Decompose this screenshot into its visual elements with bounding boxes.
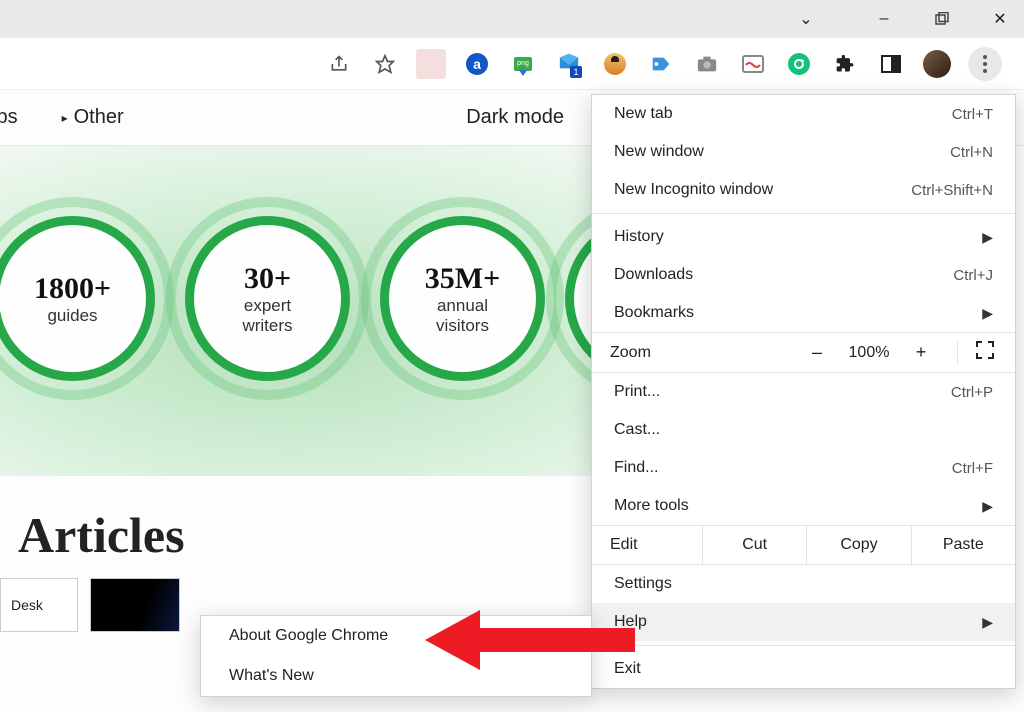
menu-shortcut: Ctrl+P (951, 384, 993, 401)
stat-value: 30+ (244, 262, 291, 296)
nav-item-darkmode[interactable]: Dark mode (466, 106, 564, 129)
alexa-icon[interactable]: a (462, 49, 492, 79)
menu-item-print[interactable]: Print... Ctrl+P (592, 373, 1015, 411)
chrome-help-submenu: About Google Chrome What's New (200, 615, 592, 697)
sidepanel-icon[interactable] (876, 49, 906, 79)
article-card-desk[interactable]: Desk (0, 578, 78, 632)
submenu-arrow-icon: ▶ (982, 305, 993, 322)
chrome-main-menu: New tab Ctrl+T New window Ctrl+N New Inc… (591, 94, 1016, 689)
reader-icon[interactable] (738, 49, 768, 79)
menu-item-new-incognito[interactable]: New Incognito window Ctrl+Shift+N (592, 171, 1015, 209)
stat-label: annual visitors (436, 296, 489, 335)
menu-label: New Incognito window (614, 181, 773, 199)
menu-label: Print... (614, 383, 660, 401)
menu-item-bookmarks[interactable]: Bookmarks ▶ (592, 294, 1015, 332)
menu-item-help[interactable]: Help ▶ (592, 603, 1015, 641)
vpn-icon[interactable] (600, 49, 630, 79)
menu-label: Cast... (614, 421, 660, 439)
stat-ring-writers: 30+ expert writers (185, 216, 350, 381)
stat-value: 35M+ (425, 262, 500, 296)
grammarly-icon[interactable] (784, 49, 814, 79)
nav-item-other[interactable]: ▸ Other (62, 106, 124, 129)
paste-button[interactable]: Paste (911, 526, 1015, 564)
stat-label: guides (47, 306, 97, 326)
menu-item-cast[interactable]: Cast... (592, 411, 1015, 449)
camera-icon[interactable] (692, 49, 722, 79)
menu-item-history[interactable]: History ▶ (592, 218, 1015, 256)
submenu-arrow-icon: ▶ (982, 614, 993, 631)
stat-ring-visitors: 35M+ annual visitors (380, 216, 545, 381)
menu-label: More tools (614, 497, 689, 515)
three-dots-icon (983, 55, 987, 73)
menu-separator (592, 645, 1015, 646)
menu-item-edit-row: Edit Cut Copy Paste (592, 525, 1015, 565)
menu-label: Find... (614, 459, 658, 477)
stat-value: 1800+ (34, 272, 111, 306)
chevron-down-icon[interactable]: ⌄ (792, 5, 820, 33)
article-card-dark[interactable] (90, 578, 180, 632)
minimize-button[interactable]: – (870, 5, 898, 33)
menu-item-new-tab[interactable]: New tab Ctrl+T (592, 95, 1015, 133)
menu-item-zoom: Zoom – 100% + (592, 332, 1015, 373)
nav-label: ips (0, 106, 18, 129)
menu-label: Help (614, 613, 647, 631)
menu-shortcut: Ctrl+Shift+N (911, 182, 993, 199)
nav-label: Other (74, 106, 124, 129)
menu-item-more-tools[interactable]: More tools ▶ (592, 487, 1015, 525)
menu-separator (592, 213, 1015, 214)
cut-button[interactable]: Cut (702, 526, 806, 564)
window-titlebar: ⌄ – ✕ (0, 0, 1024, 38)
card-label: Desk (11, 597, 43, 613)
stat-label: expert writers (242, 296, 292, 335)
copy-button[interactable]: Copy (806, 526, 910, 564)
menu-button[interactable] (968, 47, 1002, 81)
submenu-arrow-icon: ▶ (982, 498, 993, 515)
edit-label: Edit (592, 526, 702, 564)
mail-icon[interactable]: 1 (554, 49, 584, 79)
profile-avatar[interactable] (922, 49, 952, 79)
caret-right-icon: ▸ (62, 111, 68, 125)
menu-shortcut: Ctrl+T (952, 106, 993, 123)
zoom-value: 100% (839, 344, 899, 362)
star-icon[interactable] (370, 49, 400, 79)
browser-toolbar: a png 1 (0, 38, 1024, 90)
menu-item-whats-new[interactable]: What's New (201, 656, 591, 696)
menu-item-new-window[interactable]: New window Ctrl+N (592, 133, 1015, 171)
menu-label: History (614, 228, 664, 246)
menu-shortcut: Ctrl+F (952, 460, 993, 477)
maximize-button[interactable] (928, 5, 956, 33)
fullscreen-button[interactable] (957, 341, 997, 364)
tag-icon[interactable] (646, 49, 676, 79)
menu-label: Bookmarks (614, 304, 694, 322)
menu-shortcut: Ctrl+N (950, 144, 993, 161)
menu-item-about-chrome[interactable]: About Google Chrome (201, 616, 591, 656)
extension-blank-icon[interactable] (416, 49, 446, 79)
menu-item-settings[interactable]: Settings (592, 565, 1015, 603)
menu-label: Settings (614, 575, 672, 593)
menu-label: About Google Chrome (229, 627, 388, 645)
extensions-icon[interactable] (830, 49, 860, 79)
menu-item-downloads[interactable]: Downloads Ctrl+J (592, 256, 1015, 294)
menu-label: New tab (614, 105, 673, 123)
close-button[interactable]: ✕ (986, 5, 1014, 33)
share-icon[interactable] (324, 49, 354, 79)
nav-item-tips[interactable]: ips (0, 106, 18, 129)
menu-item-exit[interactable]: Exit (592, 650, 1015, 688)
menu-label: What's New (229, 667, 314, 685)
menu-label: Downloads (614, 266, 693, 284)
zoom-in-button[interactable]: + (899, 342, 943, 363)
menu-label: Exit (614, 660, 641, 678)
menu-shortcut: Ctrl+J (953, 267, 993, 284)
zoom-out-button[interactable]: – (795, 342, 839, 363)
nav-label: Dark mode (466, 106, 564, 129)
menu-label: New window (614, 143, 704, 161)
png-download-icon[interactable]: png (508, 49, 538, 79)
menu-item-find[interactable]: Find... Ctrl+F (592, 449, 1015, 487)
zoom-label: Zoom (610, 344, 795, 362)
submenu-arrow-icon: ▶ (982, 229, 993, 246)
